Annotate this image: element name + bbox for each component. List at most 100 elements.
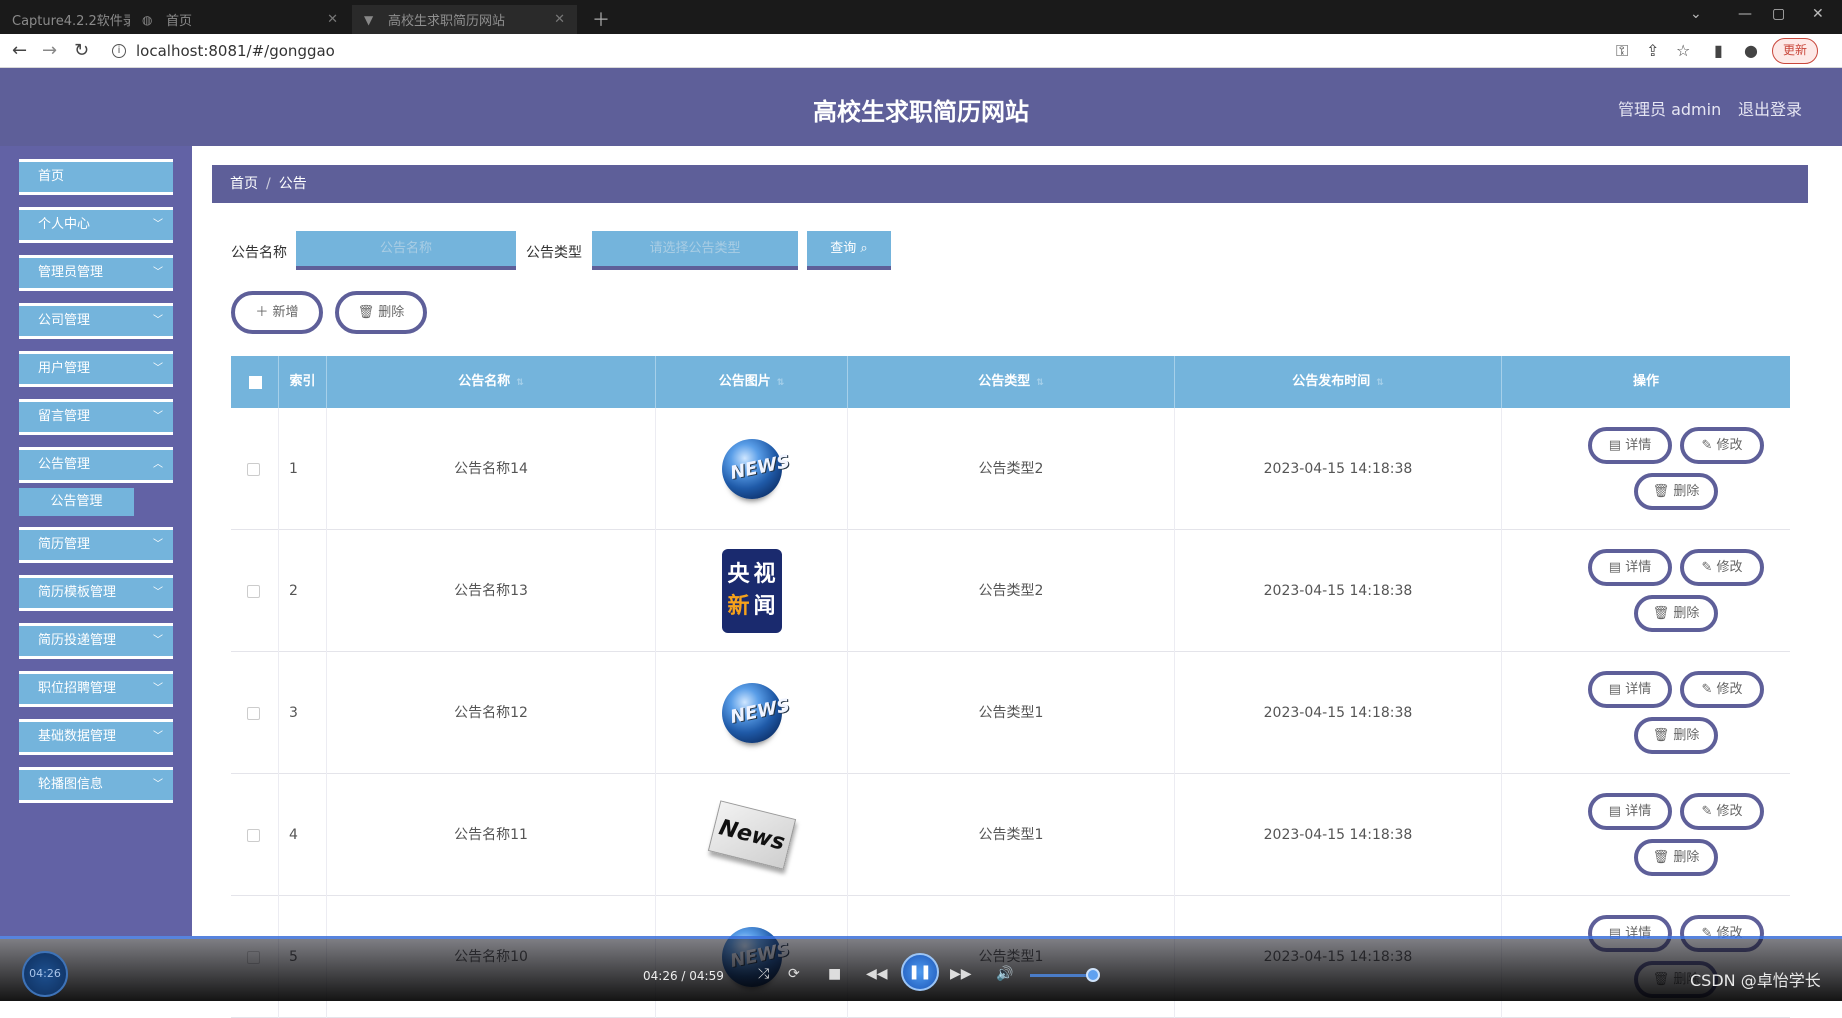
sidebar-item-carousel[interactable]: 轮播图信息 ﹀ bbox=[19, 767, 173, 803]
sidebar-toggle-icon[interactable]: ▮ bbox=[1714, 41, 1723, 60]
chevron-down-icon[interactable]: ⌄ bbox=[1690, 6, 1702, 22]
row-index: 4 bbox=[279, 774, 327, 896]
sidebar-item-admins[interactable]: 管理员管理 ﹀ bbox=[19, 255, 173, 291]
chevron-down-icon: ﹀ bbox=[153, 267, 163, 278]
col-type[interactable]: 公告类型 ⇅ bbox=[848, 356, 1175, 408]
new-tab-icon[interactable]: ＋ bbox=[592, 6, 610, 32]
batch-delete-button[interactable]: 🗑 删除 bbox=[335, 291, 427, 334]
newspaper-image: News bbox=[707, 800, 796, 870]
edit-button[interactable]: ✎ 修改 bbox=[1680, 793, 1764, 830]
sidebar-item-companies[interactable]: 公司管理 ﹀ bbox=[19, 303, 173, 339]
sidebar-item-resumes[interactable]: 简历管理 ﹀ bbox=[19, 527, 173, 563]
chevron-down-icon: ﹀ bbox=[153, 411, 163, 422]
tab-label: 首页 bbox=[166, 14, 193, 29]
row-check-cell bbox=[231, 408, 279, 530]
sort-icon[interactable]: ⇅ bbox=[1036, 378, 1044, 388]
col-time-label: 公告发布时间 bbox=[1292, 374, 1371, 389]
delete-button[interactable]: 🗑 删除 bbox=[1634, 473, 1718, 510]
chevron-down-icon: ﹀ bbox=[153, 363, 163, 374]
detail-button[interactable]: ▤ 详情 bbox=[1588, 427, 1672, 464]
detail-button[interactable]: ▤ 详情 bbox=[1588, 671, 1672, 708]
select-all-checkbox[interactable] bbox=[249, 376, 262, 389]
detail-button[interactable]: ▤ 详情 bbox=[1588, 549, 1672, 586]
edit-button[interactable]: ✎ 修改 bbox=[1680, 671, 1764, 708]
sidebar-item-label: 用户管理 bbox=[38, 361, 91, 376]
sidebar-item-label: 公告管理 bbox=[38, 457, 91, 472]
edit-button[interactable]: ✎ 修改 bbox=[1680, 549, 1764, 586]
col-image[interactable]: 公告图片 ⇅ bbox=[656, 356, 848, 408]
delete-label: 删除 bbox=[1673, 606, 1700, 621]
star-icon[interactable]: ☆ bbox=[1676, 41, 1690, 60]
chevron-down-icon: ﹀ bbox=[153, 219, 163, 230]
close-icon[interactable]: ✕ bbox=[554, 12, 565, 27]
share-icon[interactable]: ⇪ bbox=[1646, 41, 1659, 60]
sidebar-item-base-data[interactable]: 基础数据管理 ﹀ bbox=[19, 719, 173, 755]
info-icon[interactable]: i bbox=[112, 44, 126, 58]
repeat-icon[interactable]: ⟳ bbox=[788, 966, 800, 982]
logout-link[interactable]: 退出登录 bbox=[1738, 96, 1802, 120]
minimize-icon[interactable]: — bbox=[1738, 6, 1752, 22]
sidebar-item-resume-templates[interactable]: 简历模板管理 ﹀ bbox=[19, 575, 173, 611]
row-actions: ▤ 详情 ✎ 修改 🗑 删除 bbox=[1545, 652, 1790, 774]
detail-button[interactable]: ▤ 详情 bbox=[1588, 793, 1672, 830]
sidebar-item-users[interactable]: 用户管理 ﹀ bbox=[19, 351, 173, 387]
browser-tab-bar: Capture4.2.2软件录制 ◍ 首页 ✕ ▼ 高校生求职简历网站 ✕ ＋ … bbox=[0, 0, 1842, 34]
forward-icon[interactable]: → bbox=[42, 40, 57, 61]
row-image[interactable]: NEWS bbox=[656, 408, 848, 530]
delete-button[interactable]: 🗑 删除 bbox=[1634, 595, 1718, 632]
row-checkbox[interactable] bbox=[247, 707, 260, 720]
watermark: CSDN @卓怡学长 bbox=[1690, 971, 1821, 990]
delete-button[interactable]: 🗑 删除 bbox=[1634, 717, 1718, 754]
delete-button[interactable]: 🗑 删除 bbox=[1634, 839, 1718, 876]
breadcrumb-current: 公告 bbox=[278, 176, 307, 192]
sidebar-subitem-notice-management[interactable]: 公告管理 bbox=[19, 488, 134, 516]
player-time-badge: 04:26 bbox=[22, 951, 68, 997]
close-icon[interactable]: ✕ bbox=[327, 12, 338, 27]
sidebar-item-job-postings[interactable]: 职位招聘管理 ﹀ bbox=[19, 671, 173, 707]
shuffle-icon[interactable]: ⤮ bbox=[758, 966, 769, 982]
row-type: 公告类型1 bbox=[848, 652, 1175, 774]
key-icon[interactable]: ⚿ bbox=[1616, 41, 1628, 61]
sort-icon[interactable]: ⇅ bbox=[1376, 378, 1384, 388]
maximize-icon[interactable]: ▢ bbox=[1772, 6, 1785, 22]
table-header: 索引 公告名称 ⇅ 公告图片 ⇅ 公告类型 ⇅ 公告发布时间 ⇅ 操作 bbox=[231, 356, 1790, 408]
reload-icon[interactable]: ↻ bbox=[74, 40, 89, 61]
volume-icon[interactable]: 🔊 bbox=[996, 966, 1013, 982]
row-checkbox[interactable] bbox=[247, 463, 260, 476]
update-button[interactable]: 更新 bbox=[1772, 38, 1819, 64]
close-window-icon[interactable]: ✕ bbox=[1812, 6, 1824, 22]
pause-button[interactable]: ❚❚ bbox=[901, 953, 939, 991]
sort-icon[interactable]: ⇅ bbox=[777, 378, 785, 388]
tab-home[interactable]: ◍ 首页 ✕ bbox=[130, 5, 350, 34]
row-checkbox[interactable] bbox=[247, 585, 260, 598]
row-name: 公告名称12 bbox=[327, 652, 656, 774]
row-image[interactable]: NEWS bbox=[656, 652, 848, 774]
url-field[interactable]: i localhost:8081/#/gonggao bbox=[112, 42, 335, 60]
tab-recorder[interactable]: Capture4.2.2软件录制 bbox=[0, 5, 130, 34]
edit-button[interactable]: ✎ 修改 bbox=[1680, 427, 1764, 464]
sidebar-item-profile[interactable]: 个人中心 ﹀ bbox=[19, 207, 173, 243]
fast-forward-icon[interactable]: ▶▶ bbox=[950, 966, 972, 982]
sidebar-item-notices[interactable]: 公告管理 ︿ bbox=[19, 447, 173, 483]
row-image[interactable]: 央视新闻 bbox=[656, 530, 848, 652]
notice-name-input[interactable] bbox=[296, 231, 516, 270]
profile-icon[interactable]: ● bbox=[1744, 41, 1758, 60]
tab-label: 高校生求职简历网站 bbox=[388, 14, 506, 29]
add-button[interactable]: ＋ 新增 bbox=[231, 291, 323, 334]
notice-type-select[interactable] bbox=[592, 231, 798, 270]
query-button[interactable]: 查询 ⌕ bbox=[807, 231, 891, 270]
volume-knob[interactable] bbox=[1086, 968, 1100, 982]
stop-icon[interactable]: ■ bbox=[828, 966, 841, 982]
tab-active-site[interactable]: ▼ 高校生求职简历网站 ✕ bbox=[352, 5, 577, 34]
sidebar-item-messages[interactable]: 留言管理 ﹀ bbox=[19, 399, 173, 435]
rewind-icon[interactable]: ◀◀ bbox=[866, 966, 888, 982]
sidebar-item-resume-delivery[interactable]: 简历投递管理 ﹀ bbox=[19, 623, 173, 659]
back-icon[interactable]: ← bbox=[12, 40, 27, 61]
sort-icon[interactable]: ⇅ bbox=[516, 378, 524, 388]
row-checkbox[interactable] bbox=[247, 829, 260, 842]
breadcrumb-home[interactable]: 首页 bbox=[230, 176, 258, 192]
sidebar-item-home[interactable]: 首页 bbox=[19, 159, 173, 195]
row-image[interactable]: News bbox=[656, 774, 848, 896]
col-time[interactable]: 公告发布时间 ⇅ bbox=[1175, 356, 1502, 408]
col-name[interactable]: 公告名称 ⇅ bbox=[327, 356, 656, 408]
